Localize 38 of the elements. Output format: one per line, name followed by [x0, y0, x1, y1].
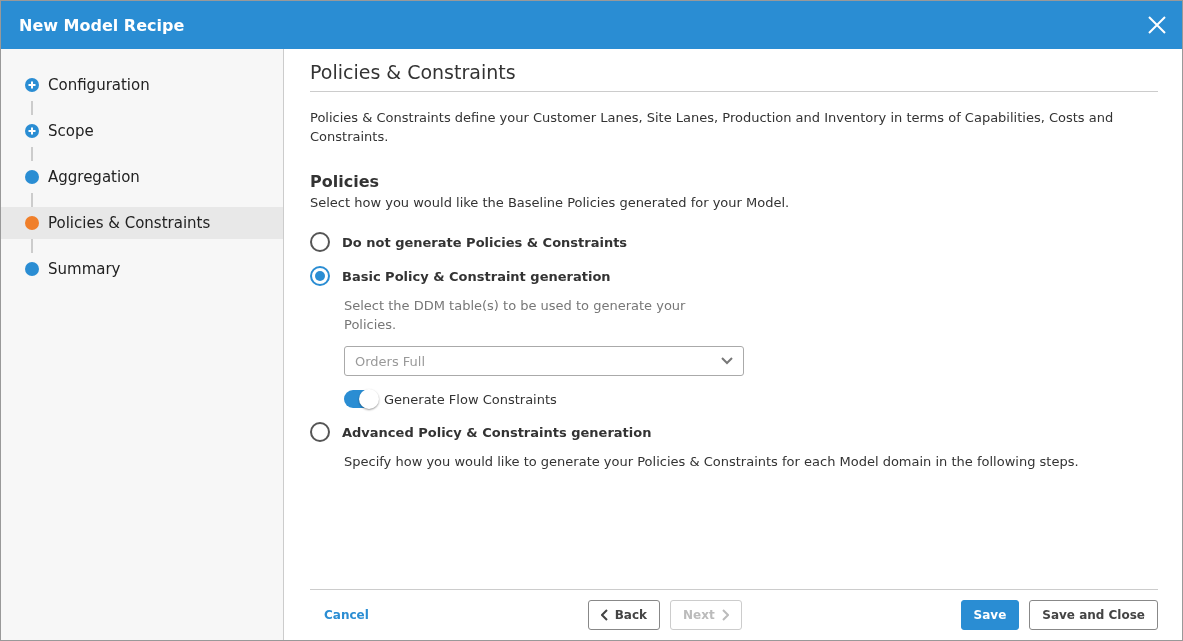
option-label: Basic Policy & Constraint generation [342, 268, 611, 284]
back-button[interactable]: Back [587, 600, 660, 630]
toggle-switch[interactable] [344, 390, 378, 408]
save-button[interactable]: Save [960, 600, 1020, 630]
step-label: Scope [48, 122, 94, 140]
step-dot-icon [25, 216, 39, 230]
step-label: Configuration [48, 76, 150, 94]
step-item[interactable]: Configuration [1, 69, 283, 101]
option-description: Specify how you would like to generate your Policies & Constraints for each Model domain in the following steps. [344, 453, 1080, 471]
chevron-right-icon [720, 609, 729, 621]
step-label: Aggregation [48, 168, 140, 186]
page-title: Policies & Constraints [310, 49, 1158, 92]
cancel-link[interactable]: Cancel [324, 608, 369, 622]
chevron-left-icon [600, 609, 609, 621]
section-title: Policies [310, 172, 381, 191]
step-label: Summary [48, 260, 121, 278]
step-item[interactable]: Scope [1, 115, 283, 147]
radio-button[interactable] [310, 232, 330, 252]
close-icon[interactable] [1148, 16, 1166, 34]
step-label: Policies & Constraints [48, 214, 211, 232]
option-label: Do not generate Policies & Constraints [342, 234, 628, 250]
option-description: Select the DDM table(s) to be used to generate your Policies. [344, 297, 687, 334]
chevron-down-icon [721, 357, 733, 365]
step-item[interactable]: Summary [1, 253, 283, 285]
step-item[interactable]: Policies & Constraints [1, 207, 283, 239]
plus-icon [25, 78, 39, 92]
intro-text: Policies & Constraints define your Customer Lanes, Site Lanes, Production and Inventory in terms of Capabilities, Costs and Constraints. [310, 109, 1115, 146]
plus-icon [25, 124, 39, 138]
section-text: Select how you would like the Baseline Policies generated for your Model. [310, 195, 791, 210]
step-dot-icon [25, 262, 39, 276]
step-item[interactable]: Aggregation [1, 161, 283, 193]
radio-button[interactable] [310, 422, 330, 442]
save-and-close-button[interactable]: Save and Close [1029, 600, 1158, 630]
toggle-label: Generate Flow Constraints [384, 391, 557, 407]
step-dot-icon [25, 170, 39, 184]
radio-button[interactable] [310, 266, 330, 286]
option-label: Advanced Policy & Constraints generation [342, 424, 652, 440]
window-title: New Model Recipe [19, 15, 185, 35]
